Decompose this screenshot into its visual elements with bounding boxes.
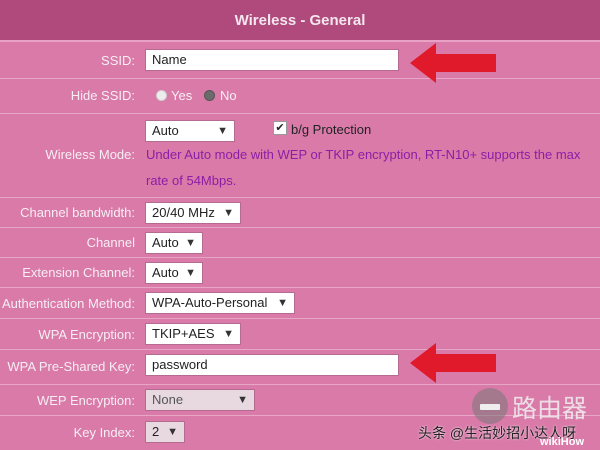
wpa-key-input[interactable]: password <box>145 354 399 376</box>
hide-ssid-yes-label: Yes <box>171 88 193 103</box>
caret-down-icon: ▼ <box>185 267 196 279</box>
channel-label: Channel <box>86 235 135 250</box>
channel-bandwidth-label: Channel bandwidth: <box>20 205 135 220</box>
caret-down-icon: ▼ <box>185 237 196 249</box>
key-index-label: Key Index: <box>73 425 135 440</box>
wireless-mode-value: Auto <box>152 123 179 138</box>
bg-protection-checkbox[interactable]: ✔ <box>273 121 287 135</box>
hide-ssid-label: Hide SSID: <box>70 88 135 103</box>
row-wpa-key: WPA Pre-Shared Key: password <box>0 350 600 385</box>
router-logo-icon <box>472 388 508 424</box>
wireless-mode-note-line2: rate of 54Mbps. <box>146 173 237 188</box>
router-brand-watermark: 路由器 <box>512 395 588 423</box>
wpa-key-label: WPA Pre-Shared Key: <box>7 359 135 374</box>
checkmark-icon: ✔ <box>275 122 285 134</box>
auth-method-value: WPA-Auto-Personal <box>152 295 268 310</box>
wireless-mode-select[interactable]: Auto ▼ <box>145 120 235 142</box>
row-hide-ssid: Hide SSID: Yes No <box>0 79 600 114</box>
key-index-select[interactable]: 2 ▼ <box>145 421 185 443</box>
wep-encryption-select[interactable]: None ▼ <box>145 389 255 411</box>
wpa-encryption-select[interactable]: TKIP+AES ▼ <box>145 323 241 345</box>
row-ssid: SSID: Name <box>0 42 600 79</box>
channel-bandwidth-select[interactable]: 20/40 MHz ▼ <box>145 202 241 224</box>
auth-method-select[interactable]: WPA-Auto-Personal ▼ <box>145 292 295 314</box>
row-channel: Channel Auto ▼ <box>0 228 600 258</box>
page-title: Wireless - General <box>234 12 366 29</box>
channel-select[interactable]: Auto ▼ <box>145 232 203 254</box>
hide-ssid-no-label: No <box>220 88 237 103</box>
caret-down-icon: ▼ <box>223 328 234 340</box>
row-wireless-mode: Wireless Mode: Auto ▼ ✔ b/g Protection U… <box>0 114 600 198</box>
hide-ssid-no-radio[interactable] <box>204 90 215 101</box>
caret-down-icon: ▼ <box>237 394 248 406</box>
row-wep-encryption: WEP Encryption: None ▼ <box>0 385 600 416</box>
row-wpa-encryption: WPA Encryption: TKIP+AES ▼ <box>0 319 600 350</box>
row-auth-method: Authentication Method: WPA-Auto-Personal… <box>0 288 600 319</box>
wikihow-watermark: wikiHow <box>540 436 585 448</box>
wpa-encryption-label: WPA Encryption: <box>38 327 135 342</box>
wep-encryption-label: WEP Encryption: <box>36 393 135 408</box>
red-arrow-left-icon <box>410 343 496 383</box>
panel-header: Wireless - General <box>0 0 600 42</box>
extension-channel-select[interactable]: Auto ▼ <box>145 262 203 284</box>
caret-down-icon: ▼ <box>223 207 234 219</box>
row-extension-channel: Extension Channel: Auto ▼ <box>0 258 600 288</box>
bg-protection-label: b/g Protection <box>291 122 372 137</box>
key-index-value: 2 <box>152 424 160 439</box>
ssid-input[interactable]: Name <box>145 49 399 71</box>
red-arrow-left-icon <box>410 43 496 83</box>
caret-down-icon: ▼ <box>217 125 228 137</box>
wireless-mode-note-line1: Under Auto mode with WEP or TKIP encrypt… <box>146 147 581 162</box>
caret-down-icon: ▼ <box>167 426 178 438</box>
auth-method-label: Authentication Method: <box>2 296 135 311</box>
ssid-label: SSID: <box>101 53 135 68</box>
wpa-encryption-value: TKIP+AES <box>152 326 215 341</box>
wireless-mode-label: Wireless Mode: <box>45 147 135 162</box>
row-channel-bandwidth: Channel bandwidth: 20/40 MHz ▼ <box>0 198 600 228</box>
extension-channel-label: Extension Channel: <box>22 265 135 280</box>
wep-encryption-value: None <box>152 392 184 407</box>
hide-ssid-yes-radio[interactable] <box>156 90 167 101</box>
caret-down-icon: ▼ <box>277 297 288 309</box>
extension-channel-value: Auto <box>152 265 179 280</box>
channel-bandwidth-value: 20/40 MHz <box>152 205 215 220</box>
channel-value: Auto <box>152 235 179 250</box>
